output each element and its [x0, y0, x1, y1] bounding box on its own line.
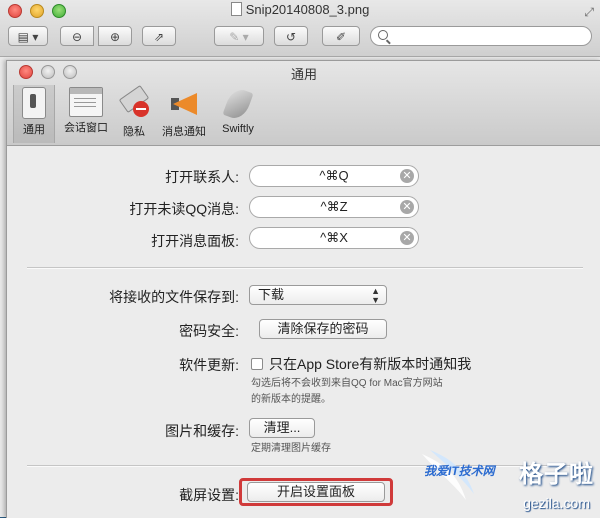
save-location-label: 将接收的文件保存到:: [109, 289, 239, 305]
open-unread-label: 打开未读QQ消息:: [129, 201, 239, 217]
preferences-window: 通用 通用 会话窗口 隐私 消息通知 Swiftly 打开联系人: ^⌘Q ✕ …: [6, 60, 600, 518]
tab-privacy-label: 隐私: [123, 126, 145, 138]
software-update-label: 软件更新:: [179, 357, 239, 373]
tab-privacy[interactable]: 隐私: [115, 84, 153, 143]
watermark-url: gezila.com: [523, 495, 590, 511]
clear-icon[interactable]: ✕: [400, 231, 414, 245]
search-icon: [378, 30, 388, 40]
switch-icon: [22, 87, 46, 119]
preferences-toolbar: 通用 通用 会话窗口 隐私 消息通知 Swiftly: [7, 61, 600, 146]
zoom-in-icon: ⊕: [109, 30, 121, 44]
app-store-only-label: 只在App Store有新版本时通知我: [269, 356, 472, 372]
section-divider: [27, 465, 583, 467]
rotate-icon: ↺: [285, 30, 297, 44]
images-cache-label: 图片和缓存:: [165, 423, 239, 439]
privacy-icon: [117, 84, 151, 121]
open-message-panel-shortcut-field[interactable]: ^⌘X ✕: [249, 227, 419, 249]
clear-icon[interactable]: ✕: [400, 200, 414, 214]
popup-arrows-icon: ▲ ▼: [371, 286, 380, 305]
markup-button[interactable]: ✎ ▾: [214, 26, 264, 46]
zoom-out-icon: ⊖: [71, 30, 83, 44]
megaphone-icon: [167, 87, 201, 121]
share-button[interactable]: ⇗: [142, 26, 176, 46]
clear-saved-password-button[interactable]: 清除保存的密码: [259, 319, 387, 339]
clear-icon[interactable]: ✕: [400, 169, 414, 183]
watermark-ribbon: 我爱IT技术网: [424, 464, 495, 478]
tab-swiftly[interactable]: Swiftly: [213, 85, 263, 143]
section-divider: [27, 267, 583, 269]
zoom-in-button[interactable]: ⊕: [98, 26, 132, 46]
open-contacts-shortcut-value: ^⌘Q: [319, 168, 349, 183]
preferences-title: 通用: [290, 67, 317, 82]
save-location-select[interactable]: 下载 ▲ ▼: [249, 285, 387, 305]
update-hint-line-1: 勾选后将不会收到来自QQ for Mac官方网站: [251, 378, 443, 389]
update-hint-line-2: 的新版本的提醒。: [251, 394, 331, 405]
edit-icon: ✐: [335, 30, 347, 44]
fullscreen-icon[interactable]: ⤢: [584, 5, 594, 20]
document-icon: [230, 2, 242, 16]
open-contacts-label: 打开联系人:: [165, 169, 239, 185]
sidebar-icon: ▤ ▾: [17, 30, 39, 44]
open-unread-shortcut-value: ^⌘Z: [320, 199, 348, 214]
sidebar-toggle-button[interactable]: ▤ ▾: [8, 26, 48, 46]
tab-notifications-label: 消息通知: [162, 126, 206, 138]
open-message-panel-label: 打开消息面板:: [151, 233, 239, 249]
chat-window-icon: [69, 87, 103, 117]
app-store-only-checkbox[interactable]: [251, 358, 263, 370]
red-highlight-box: [239, 478, 393, 506]
rotate-button[interactable]: ↺: [274, 26, 308, 46]
tab-general-label: 通用: [23, 124, 45, 136]
markup-icon: ✎ ▾: [229, 30, 249, 44]
edit-button[interactable]: ✐: [322, 26, 360, 46]
tab-notifications[interactable]: 消息通知: [155, 85, 213, 143]
save-location-value: 下载: [258, 287, 285, 302]
clean-cache-button[interactable]: 清理...: [249, 418, 315, 438]
password-security-label: 密码安全:: [179, 323, 239, 339]
open-unread-shortcut-field[interactable]: ^⌘Z ✕: [249, 196, 419, 218]
cache-hint: 定期清理图片缓存: [251, 443, 331, 454]
window-title: Snip20140808_3.png: [0, 2, 600, 17]
search-input[interactable]: [370, 26, 592, 46]
zoom-out-button[interactable]: ⊖: [60, 26, 94, 46]
share-icon: ⇗: [153, 30, 165, 44]
screenshot-settings-label: 截屏设置:: [179, 487, 239, 503]
tab-chat-window[interactable]: 会话窗口: [57, 85, 115, 143]
tab-swiftly-label: Swiftly: [222, 123, 254, 135]
tab-general[interactable]: 通用: [13, 85, 55, 143]
tab-chat-window-label: 会话窗口: [64, 122, 108, 134]
swift-bird-icon: [221, 86, 255, 122]
window-title-text: Snip20140808_3.png: [245, 2, 370, 17]
preview-titlebar: Snip20140808_3.png ⤢ ▤ ▾ ⊖ ⊕ ⇗ ✎ ▾ ↺ ✐: [0, 0, 600, 57]
watermark-site-name: 格子啦: [519, 461, 594, 488]
open-contacts-shortcut-field[interactable]: ^⌘Q ✕: [249, 165, 419, 187]
open-message-panel-shortcut-value: ^⌘X: [320, 230, 348, 245]
preview-window: Snip20140808_3.png ⤢ ▤ ▾ ⊖ ⊕ ⇗ ✎ ▾ ↺ ✐ 通…: [0, 0, 600, 518]
